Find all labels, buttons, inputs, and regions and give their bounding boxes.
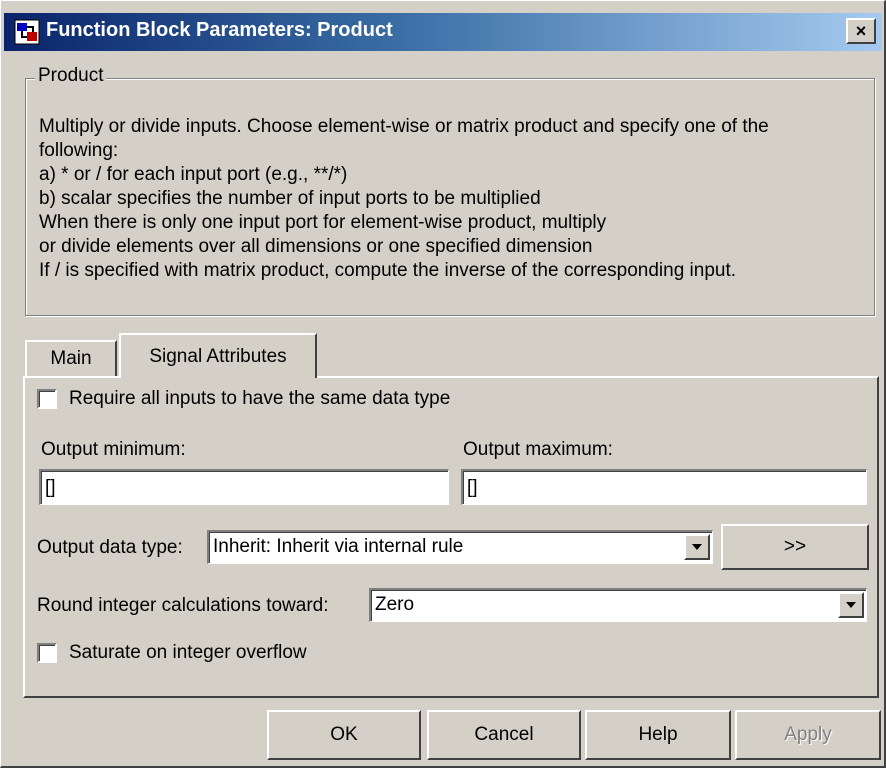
cancel-label: Cancel xyxy=(474,724,534,745)
output-minimum-label: Output minimum: xyxy=(41,439,186,460)
tab-main-label: Main xyxy=(50,348,92,369)
description-line: or divide elements over all dimensions o… xyxy=(39,236,593,257)
require-same-type-label: Require all inputs to have the same data… xyxy=(69,388,451,409)
output-data-type-label: Output data type: xyxy=(37,537,183,558)
tab-signal-attributes[interactable]: Signal Attributes xyxy=(119,333,317,378)
output-data-type-select[interactable]: Inherit: Inherit via internal rule xyxy=(207,530,713,564)
description-line: b) scalar specifies the number of input … xyxy=(39,188,541,209)
description-line: following: xyxy=(39,140,119,161)
chevron-down-icon xyxy=(692,544,702,550)
data-type-assistant-button[interactable]: >> xyxy=(721,524,869,570)
dropdown-arrow-button[interactable] xyxy=(684,534,710,560)
chevron-down-icon xyxy=(846,602,856,608)
help-button[interactable]: Help xyxy=(585,710,731,760)
block-description: Multiply or divide inputs. Choose elemen… xyxy=(39,115,869,283)
help-label: Help xyxy=(638,724,678,745)
output-minimum-field[interactable] xyxy=(39,469,449,505)
description-line: When there is only one input port for el… xyxy=(39,212,607,233)
apply-label: Apply xyxy=(784,724,832,745)
output-maximum-label: Output maximum: xyxy=(463,439,613,460)
dialog-window: Function Block Parameters: Product × Pro… xyxy=(0,0,886,768)
close-button[interactable]: × xyxy=(846,18,876,44)
ok-label: OK xyxy=(330,724,358,745)
tab-main[interactable]: Main xyxy=(25,340,117,376)
window-title: Function Block Parameters: Product xyxy=(46,19,393,41)
tab-signal-attributes-label: Signal Attributes xyxy=(149,345,287,367)
close-icon: × xyxy=(855,21,867,41)
round-toward-value: Zero xyxy=(375,594,415,615)
dropdown-arrow-button[interactable] xyxy=(838,592,864,618)
description-line: If / is specified with matrix product, c… xyxy=(39,260,737,281)
cancel-button[interactable]: Cancel xyxy=(427,710,581,760)
description-line: a) * or / for each input port (e.g., **/… xyxy=(39,164,348,185)
saturate-label: Saturate on integer overflow xyxy=(69,642,307,663)
title-bar: Function Block Parameters: Product × xyxy=(4,13,882,51)
group-title: Product xyxy=(35,65,107,87)
output-data-type-value: Inherit: Inherit via internal rule xyxy=(213,536,464,557)
description-line: Multiply or divide inputs. Choose elemen… xyxy=(39,116,769,137)
apply-button[interactable]: Apply xyxy=(735,710,881,760)
round-toward-select[interactable]: Zero xyxy=(369,588,867,622)
round-toward-label: Round integer calculations toward: xyxy=(37,595,329,616)
saturate-checkbox[interactable] xyxy=(37,643,57,663)
output-maximum-field[interactable] xyxy=(461,469,867,505)
simulink-block-icon xyxy=(14,19,40,45)
ok-button[interactable]: OK xyxy=(267,710,421,760)
require-same-type-checkbox[interactable] xyxy=(37,389,57,409)
expand-label: >> xyxy=(783,536,807,557)
